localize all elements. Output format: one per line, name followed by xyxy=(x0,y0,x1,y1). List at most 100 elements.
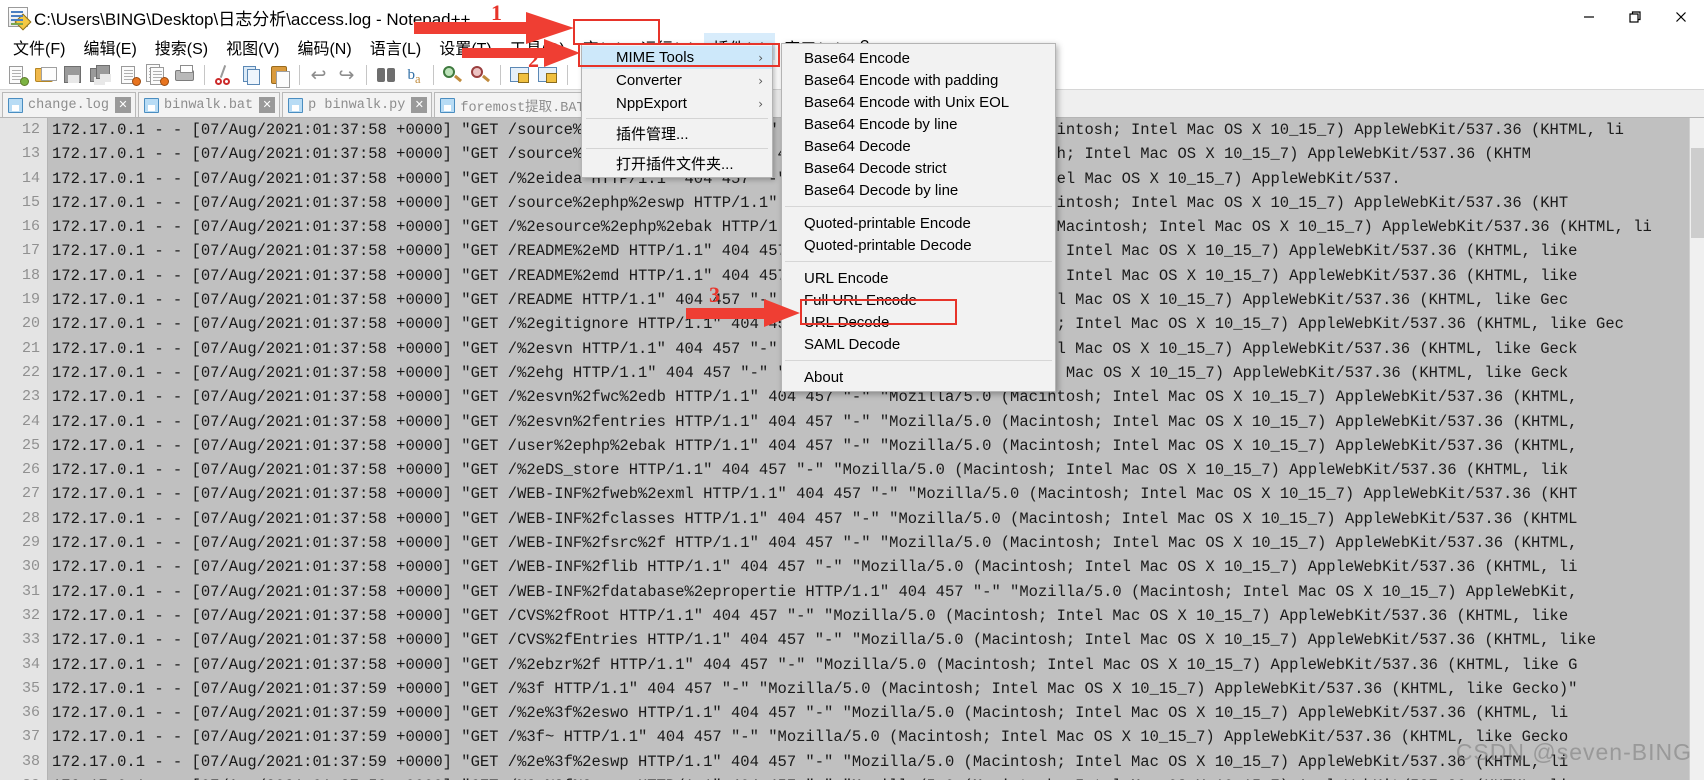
title-bar: C:\Users\BING\Desktop\日志分析\access.log - … xyxy=(0,0,1704,34)
line-number: 31 xyxy=(21,582,40,600)
code-line[interactable]: 172.17.0.1 - - [07/Aug/2021:01:37:58 +00… xyxy=(49,507,1704,531)
code-line[interactable]: 172.17.0.1 - - [07/Aug/2021:01:37:58 +00… xyxy=(49,410,1704,434)
menu-separator xyxy=(586,118,768,119)
close-all-icon[interactable] xyxy=(145,63,169,87)
plugins-dropdown[interactable]: MIME Tools › Converter › NppExport › 插件管… xyxy=(581,43,773,178)
menu-item-label: NppExport xyxy=(616,95,687,112)
menu-item-url-decode[interactable]: URL Decode xyxy=(782,311,1055,333)
code-line[interactable]: 172.17.0.1 - - [07/Aug/2021:01:37:58 +00… xyxy=(49,604,1704,628)
close-icon[interactable]: ✕ xyxy=(115,97,132,113)
toolbar-separator xyxy=(204,64,205,85)
chevron-right-icon: › xyxy=(758,96,763,111)
replace-icon[interactable]: ba xyxy=(402,63,426,87)
saved-file-icon xyxy=(288,97,304,113)
mime-tools-submenu[interactable]: Base64 Encode Base64 Encode with padding… xyxy=(781,43,1056,392)
minimize-button[interactable] xyxy=(1566,0,1612,34)
scrollbar-thumb[interactable] xyxy=(1691,148,1704,238)
menu-item-base64-encode-by-line[interactable]: Base64 Encode by line xyxy=(782,113,1055,135)
save-icon[interactable] xyxy=(61,63,85,87)
menu-item-label: Base64 Decode by line xyxy=(804,181,959,199)
menu-edit[interactable]: 编辑(E) xyxy=(74,33,145,61)
code-line[interactable]: 172.17.0.1 - - [07/Aug/2021:01:37:58 +00… xyxy=(49,458,1704,482)
close-button[interactable] xyxy=(1658,0,1704,34)
menu-item-base64-encode-with-padding[interactable]: Base64 Encode with padding xyxy=(782,69,1055,91)
code-line[interactable]: 172.17.0.1 - - [07/Aug/2021:01:37:58 +00… xyxy=(49,580,1704,604)
paste-icon[interactable] xyxy=(268,63,292,88)
line-number: 30 xyxy=(21,558,40,576)
menu-item-label: Base64 Decode xyxy=(804,137,911,155)
menu-separator xyxy=(785,360,1052,361)
close-icon[interactable]: ✕ xyxy=(411,97,428,113)
menu-item-converter[interactable]: Converter › xyxy=(582,69,772,92)
cut-icon[interactable] xyxy=(212,63,236,87)
toolbar-separator xyxy=(366,64,367,85)
restore-button[interactable] xyxy=(1612,0,1658,34)
menu-item-base64-encode-with-unix-eol[interactable]: Base64 Encode with Unix EOL xyxy=(782,91,1055,113)
code-line[interactable]: 172.17.0.1 - - [07/Aug/2021:01:37:59 +00… xyxy=(49,677,1704,701)
menu-item-label: Full URL Encode xyxy=(804,291,917,309)
line-number: 37 xyxy=(21,728,40,746)
menu-item-saml-decode[interactable]: SAML Decode xyxy=(782,333,1055,355)
line-number: 20 xyxy=(21,315,40,333)
menu-item-base64-decode[interactable]: Base64 Decode xyxy=(782,135,1055,157)
code-line[interactable]: 172.17.0.1 - - [07/Aug/2021:01:37:58 +00… xyxy=(49,531,1704,555)
chevron-right-icon: › xyxy=(758,50,763,65)
menu-item-label: Quoted-printable Encode xyxy=(804,214,971,232)
code-line[interactable]: 172.17.0.1 - - [07/Aug/2021:01:37:59 +00… xyxy=(49,701,1704,725)
menu-item-label: 打开插件文件夹... xyxy=(616,156,734,173)
copy-icon[interactable] xyxy=(240,63,264,87)
menu-item-label: MIME Tools xyxy=(616,49,695,66)
saved-file-icon xyxy=(8,97,23,113)
new-file-icon[interactable] xyxy=(5,63,29,87)
menu-view[interactable]: 视图(V) xyxy=(217,33,288,61)
close-file-icon[interactable] xyxy=(117,63,141,87)
tab-binwalk-bat[interactable]: binwalk.bat ✕ xyxy=(138,92,281,117)
menu-item-label: URL Decode xyxy=(804,313,890,331)
undo-icon[interactable]: ↩ xyxy=(307,63,331,87)
menu-item-open-plugin-folder[interactable]: 打开插件文件夹... xyxy=(582,152,772,175)
menu-item-plugin-manager[interactable]: 插件管理... xyxy=(582,122,772,145)
menu-item-quoted-printable-decode[interactable]: Quoted-printable Decode xyxy=(782,234,1055,256)
code-line[interactable]: 172.17.0.1 - - [07/Aug/2021:01:37:58 +00… xyxy=(49,434,1704,458)
code-line[interactable]: 172.17.0.1 - - [07/Aug/2021:01:37:58 +00… xyxy=(49,555,1704,579)
menu-item-about[interactable]: About xyxy=(782,366,1055,388)
tab-p-binwalk-py[interactable]: p binwalk.py ✕ xyxy=(282,92,433,117)
menu-file[interactable]: 文件(F) xyxy=(4,33,74,61)
code-line[interactable]: 172.17.0.1 - - [07/Aug/2021:01:37:58 +00… xyxy=(49,482,1704,506)
menu-search[interactable]: 搜索(S) xyxy=(146,33,217,61)
saved-file-icon xyxy=(144,97,160,113)
menu-item-mime-tools[interactable]: MIME Tools › xyxy=(582,46,772,69)
menu-item-label: SAML Decode xyxy=(804,335,901,353)
menu-item-label: About xyxy=(804,368,844,386)
line-number: 33 xyxy=(21,631,40,649)
menu-encoding[interactable]: 编码(N) xyxy=(288,33,360,61)
code-line[interactable]: 172.17.0.1 - - [07/Aug/2021:01:37:58 +00… xyxy=(49,628,1704,652)
menu-item-nppexport[interactable]: NppExport › xyxy=(582,92,772,115)
menu-item-base64-decode-by-line[interactable]: Base64 Decode by line xyxy=(782,179,1055,201)
menu-item-url-encode[interactable]: URL Encode xyxy=(782,267,1055,289)
line-number: 38 xyxy=(21,752,40,770)
line-number: 28 xyxy=(21,509,40,527)
code-line[interactable]: 172.17.0.1 - - [07/Aug/2021:01:37:59 +00… xyxy=(49,774,1704,780)
menu-item-base64-encode[interactable]: Base64 Encode xyxy=(782,47,1055,69)
code-line[interactable]: 172.17.0.1 - - [07/Aug/2021:01:37:58 +00… xyxy=(49,653,1704,677)
open-file-icon[interactable] xyxy=(33,63,57,87)
menu-item-full-url-encode[interactable]: Full URL Encode xyxy=(782,289,1055,311)
line-number: 24 xyxy=(21,412,40,430)
redo-icon[interactable]: ↪ xyxy=(335,63,359,87)
menu-item-quoted-printable-encode[interactable]: Quoted-printable Encode xyxy=(782,212,1055,234)
find-icon[interactable] xyxy=(374,63,398,87)
annotation-arrow-3 xyxy=(686,299,800,327)
tab-label: p binwalk.py xyxy=(308,97,406,113)
line-number: 26 xyxy=(21,461,40,479)
print-icon[interactable] xyxy=(173,63,197,87)
line-number: 15 xyxy=(21,193,40,211)
chevron-right-icon: › xyxy=(758,73,763,88)
close-icon[interactable]: ✕ xyxy=(259,97,276,113)
menu-item-base64-decode-strict[interactable]: Base64 Decode strict xyxy=(782,157,1055,179)
tab-change-log[interactable]: change.log ✕ xyxy=(2,92,137,117)
line-number: 18 xyxy=(21,266,40,284)
vertical-scrollbar[interactable] xyxy=(1689,118,1704,780)
line-number: 27 xyxy=(21,485,40,503)
save-all-icon[interactable] xyxy=(89,63,113,87)
